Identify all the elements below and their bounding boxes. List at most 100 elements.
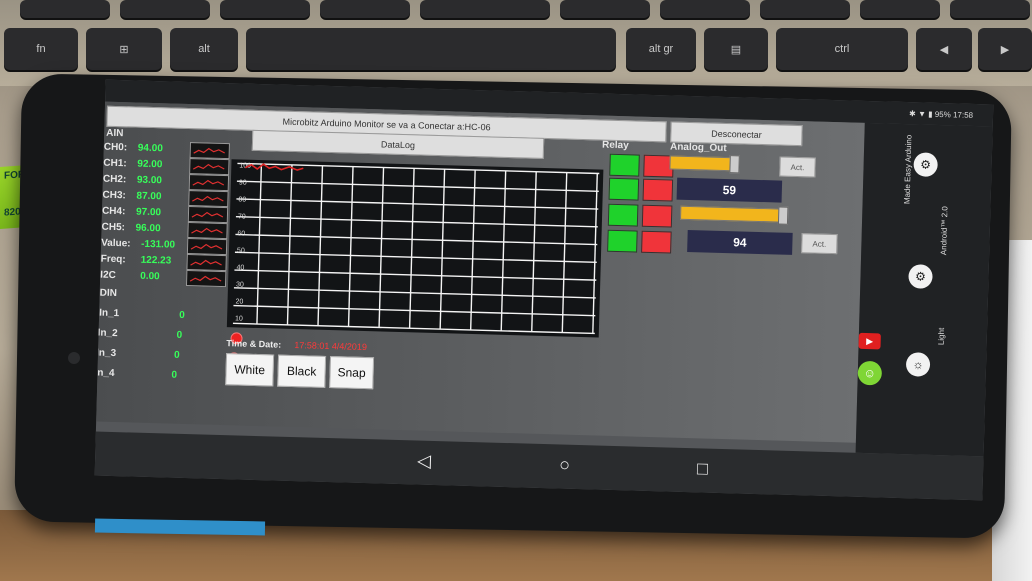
back-icon[interactable]: ◁ bbox=[417, 451, 431, 472]
top-row-key bbox=[20, 0, 110, 18]
din-input-value: 0 bbox=[171, 369, 178, 381]
ain-header: AIN bbox=[106, 127, 124, 140]
analog-out-2-slider[interactable] bbox=[680, 205, 783, 223]
android-version-label: Android™ 2.0 bbox=[939, 206, 950, 256]
ain-channel-label: I2C bbox=[100, 269, 116, 282]
laptop-keyboard: fn ⊞ alt alt gr ▤ ctrl ◀ ▶ bbox=[0, 0, 1032, 86]
din-input-label: In_2 bbox=[97, 327, 118, 340]
youtube-icon[interactable]: ▶ bbox=[858, 332, 881, 350]
datalog-chart: 100 90 80 70 60 50 40 30 20 10 bbox=[226, 159, 604, 338]
ain-channel-label: CH0: bbox=[103, 141, 128, 154]
light-mode-label: Light bbox=[936, 327, 947, 346]
app-side-panel: ⚙ Made Easy Arduino ⚙ Android™ 2.0 ☼ Lig… bbox=[855, 122, 993, 457]
relay-1-on-button[interactable] bbox=[609, 153, 640, 177]
din-input-label: In_4 bbox=[94, 367, 115, 380]
snap-button[interactable]: Snap bbox=[329, 356, 375, 390]
channel-mini-chart[interactable] bbox=[186, 254, 227, 272]
ctrl-key: ctrl bbox=[776, 28, 908, 70]
windows-key: ⊞ bbox=[86, 28, 162, 70]
grid-line bbox=[256, 164, 263, 325]
ain-channel-label: CH2: bbox=[102, 173, 127, 186]
channel-mini-chart[interactable] bbox=[189, 142, 230, 160]
light-mode-icon[interactable]: ☼ bbox=[905, 352, 931, 377]
relay-2-on-button[interactable] bbox=[608, 177, 640, 201]
y-axis-tick-label: 70 bbox=[238, 213, 246, 220]
top-row-key bbox=[950, 0, 1030, 18]
y-axis-tick-label: 30 bbox=[236, 281, 244, 288]
alt-key: alt bbox=[170, 28, 238, 70]
gear-icon[interactable]: ⚙ bbox=[908, 264, 933, 289]
ain-channel-value: 93.00 bbox=[136, 174, 163, 187]
fn-key: fn bbox=[4, 28, 78, 70]
analog-out-2-value: 94 bbox=[687, 229, 793, 255]
channel-mini-chart[interactable] bbox=[189, 158, 230, 176]
ain-channel-label: CH3: bbox=[102, 189, 126, 202]
channel-mini-chart[interactable] bbox=[188, 190, 229, 208]
white-button[interactable]: White bbox=[225, 353, 275, 387]
relay-4-off-button[interactable] bbox=[641, 230, 672, 254]
relay-4-on-button[interactable] bbox=[607, 229, 638, 253]
analog-out-header: Analog_Out bbox=[669, 141, 727, 155]
ain-channel-value: -131.00 bbox=[140, 238, 176, 251]
analog-out-2-slider-thumb[interactable] bbox=[777, 206, 789, 225]
space-key bbox=[246, 28, 616, 70]
top-row-key bbox=[220, 0, 310, 18]
android-app-icon[interactable]: ☺ bbox=[857, 360, 883, 386]
ain-channel-value: 87.00 bbox=[136, 190, 162, 203]
top-row-key bbox=[660, 0, 750, 18]
analog-out-1-act-button[interactable]: Act. bbox=[779, 156, 816, 178]
ain-channel-label: Value: bbox=[100, 237, 131, 250]
ain-channel-value: 94.00 bbox=[137, 142, 163, 155]
panel-tagline: Made Easy Arduino bbox=[902, 134, 914, 205]
grid-line bbox=[232, 322, 595, 335]
grid-line bbox=[378, 167, 385, 328]
channel-mini-chart[interactable] bbox=[188, 174, 230, 192]
relay-header: Relay bbox=[601, 139, 629, 152]
din-input-value: 0 bbox=[173, 349, 180, 361]
status-bar-text: ✱ ▼ ▮ 95% 17:58 bbox=[909, 108, 974, 120]
relay-2-off-button[interactable] bbox=[642, 178, 674, 202]
ain-channel-label: CH1: bbox=[103, 157, 127, 170]
relay-3-on-button[interactable] bbox=[607, 203, 639, 227]
altgr-key: alt gr bbox=[626, 28, 696, 70]
ain-channel-value: 92.00 bbox=[137, 158, 163, 171]
tablet-screen: ✱ ▼ ▮ 95% 17:58 Microbitz Arduino Monito… bbox=[94, 79, 994, 501]
y-axis-tick-label: 50 bbox=[237, 247, 245, 254]
time-date-label: Time & Date: bbox=[226, 338, 282, 350]
ain-channel-value: 122.23 bbox=[140, 254, 172, 267]
grid-line bbox=[347, 166, 354, 327]
top-row-key bbox=[560, 0, 650, 18]
y-axis-tick-label: 40 bbox=[236, 264, 244, 271]
front-camera bbox=[68, 352, 80, 364]
din-input-value: 0 bbox=[176, 329, 183, 341]
settings-gear-icon[interactable]: ⚙ bbox=[913, 152, 938, 177]
grid-line bbox=[531, 171, 537, 332]
black-button[interactable]: Black bbox=[277, 354, 327, 388]
din-input-label: In_1 bbox=[99, 307, 120, 320]
grid-line bbox=[592, 173, 598, 334]
y-axis-tick-label: 90 bbox=[239, 179, 247, 186]
channel-mini-chart[interactable] bbox=[187, 222, 228, 240]
analog-out-1-slider-thumb[interactable] bbox=[729, 155, 740, 174]
top-row-key bbox=[760, 0, 850, 18]
top-row-key bbox=[120, 0, 210, 18]
analog-out-2-act-button[interactable]: Act. bbox=[801, 233, 838, 255]
channel-mini-chart[interactable] bbox=[187, 206, 229, 224]
analog-out-1-slider[interactable] bbox=[669, 155, 734, 172]
arduino-monitor-app: Microbitz Arduino Monitor se va a Conect… bbox=[94, 101, 865, 443]
y-axis-tick-label: 10 bbox=[235, 315, 243, 322]
arrow-left-key: ◀ bbox=[916, 28, 972, 70]
home-icon[interactable]: ○ bbox=[559, 454, 570, 475]
ain-channel-label: CH5: bbox=[101, 221, 126, 234]
grid-line bbox=[317, 165, 324, 326]
channel-mini-chart[interactable] bbox=[185, 270, 227, 288]
channel-mini-chart[interactable] bbox=[186, 238, 228, 256]
arrow-right-key: ▶ bbox=[978, 28, 1032, 70]
ain-channel-value: 0.00 bbox=[140, 270, 160, 283]
recent-apps-icon[interactable]: □ bbox=[697, 458, 708, 479]
menu-key: ▤ bbox=[704, 28, 768, 70]
relay-3-off-button[interactable] bbox=[641, 204, 673, 228]
y-axis-tick-label: 60 bbox=[237, 230, 245, 237]
grid-line bbox=[561, 172, 568, 333]
time-date-value: 17:58:01 4/4/2019 bbox=[294, 340, 368, 353]
